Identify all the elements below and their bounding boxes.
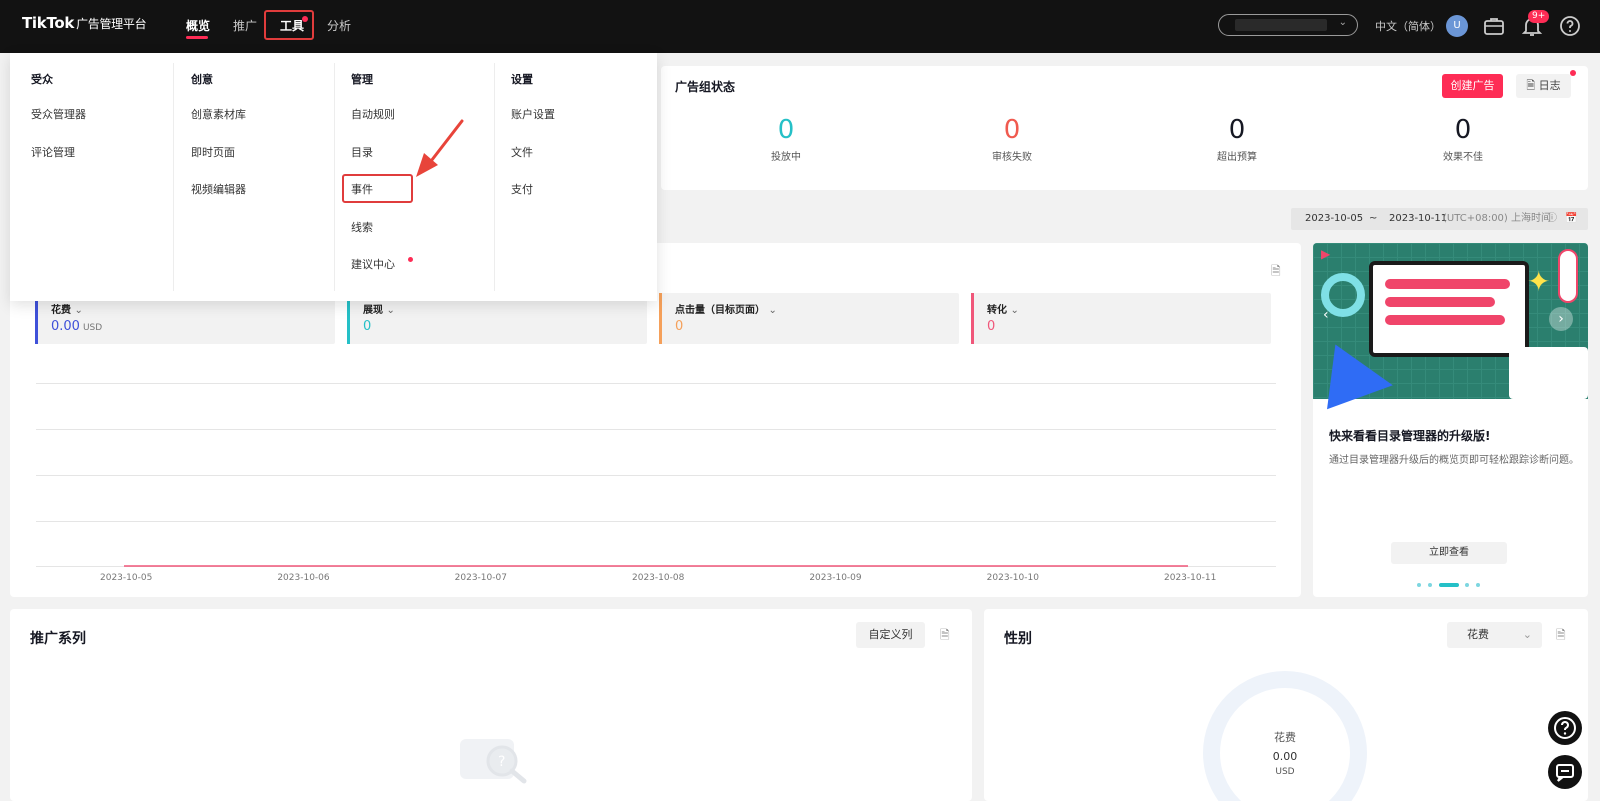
menu-column-creative: 创意 创意素材库 即时页面 视频编辑器	[170, 53, 330, 301]
menu-item-instant-page[interactable]: 即时页面	[191, 144, 235, 160]
empty-state-icon: ?	[454, 725, 534, 785]
promo-illustration: ✦ ▶	[1313, 243, 1588, 410]
campaigns-title: 推广系列	[30, 631, 86, 647]
menu-header-settings: 设置	[511, 73, 533, 86]
floating-help-button[interactable]	[1548, 711, 1582, 745]
gender-title: 性别	[1004, 631, 1032, 647]
menu-item-video-editor[interactable]: 视频编辑器	[191, 181, 246, 197]
chevron-down-icon: ⌄	[1522, 628, 1532, 641]
floating-chat-button[interactable]	[1548, 755, 1582, 789]
menu-item-suggestion-center[interactable]: 建议中心	[351, 256, 395, 272]
view-now-button[interactable]: 立即查看	[1391, 542, 1507, 564]
menu-item-catalog[interactable]: 目录	[351, 144, 373, 160]
side-panel-graphic	[1558, 249, 1578, 303]
side-window-graphic	[1509, 347, 1588, 399]
menu-item-automated-rules[interactable]: 自动规则	[351, 106, 395, 122]
promo-description: 通过目录管理器升级后的概览页即可轻松跟踪诊断问题。	[1329, 455, 1579, 466]
donut-center: 花费 0.00 USD	[1235, 729, 1335, 777]
menu-header-management: 管理	[351, 73, 373, 86]
promo-card: ✦ ▶ › ‹ 快来看看目录管理器的升级版! 通过目录管理器升级后的概览页即可轻…	[1313, 243, 1588, 597]
events-highlight-box	[342, 174, 413, 203]
carousel-prev-icon[interactable]: ‹	[1323, 307, 1329, 323]
menu-item-creative-library[interactable]: 创意素材库	[191, 106, 246, 122]
menu-column-settings: 设置 账户设置 文件 支付	[490, 53, 650, 301]
menu-item-account-settings[interactable]: 账户设置	[511, 106, 555, 122]
donut-value: 0.00	[1272, 750, 1298, 763]
carousel-dot[interactable]	[1428, 583, 1432, 587]
menu-item-audience-manager[interactable]: 受众管理器	[31, 106, 86, 122]
suggestion-red-dot	[408, 257, 413, 262]
tools-dropdown-menu: 受众 受众管理器 评论管理 创意 创意素材库 即时页面 视频编辑器 管理 自动规…	[10, 53, 657, 301]
annotation-arrow-icon	[416, 119, 464, 177]
sparkle-icon: ✦	[1527, 265, 1551, 298]
export-icon[interactable]: 🗎	[940, 626, 950, 647]
menu-item-leads[interactable]: 线索	[351, 219, 373, 235]
campaigns-card: 推广系列 自定义列 🗎 ?	[10, 609, 972, 801]
monitor-graphic	[1369, 261, 1529, 357]
play-icon: ▶	[1321, 247, 1331, 261]
carousel-dot-active[interactable]	[1439, 583, 1459, 587]
menu-item-comment-management[interactable]: 评论管理	[31, 144, 75, 160]
carousel-dot[interactable]	[1417, 583, 1421, 587]
svg-text:?: ?	[498, 754, 505, 770]
menu-header-audience: 受众	[31, 73, 53, 86]
customize-columns-button[interactable]: 自定义列	[856, 622, 925, 648]
export-icon[interactable]: 🗎	[1556, 626, 1566, 647]
donut-unit: USD	[1275, 767, 1295, 777]
promo-title: 快来看看目录管理器的升级版!	[1329, 429, 1491, 443]
select-value: 花费	[1467, 628, 1489, 641]
carousel-next-icon[interactable]: ›	[1549, 307, 1573, 331]
menu-item-payment[interactable]: 支付	[511, 181, 533, 197]
carousel-dot[interactable]	[1465, 583, 1469, 587]
carousel-dot[interactable]	[1476, 583, 1480, 587]
donut-label: 花费	[1274, 731, 1296, 744]
gender-card: 性别 花费 ⌄ 🗎 花费 0.00 USD	[984, 609, 1588, 801]
menu-column-audience: 受众 受众管理器 评论管理	[10, 53, 170, 301]
gender-metric-select[interactable]: 花费 ⌄	[1447, 622, 1542, 648]
menu-header-creative: 创意	[191, 73, 213, 86]
menu-item-files[interactable]: 文件	[511, 144, 533, 160]
